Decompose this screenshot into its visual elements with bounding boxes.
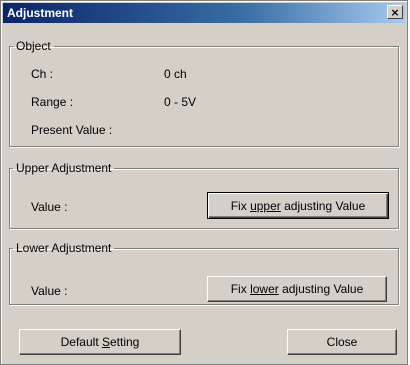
- object-group-legend: Object: [16, 39, 51, 53]
- present-value-label: Present Value :: [31, 123, 113, 137]
- fix-lower-button-label: Fix lower adjusting Value: [230, 282, 364, 296]
- adjustment-dialog: Adjustment × Object Ch : 0 ch Range : 0 …: [0, 0, 408, 365]
- close-icon: ×: [390, 5, 400, 19]
- fix-lower-adjusting-value-button[interactable]: Fix lower adjusting Value: [207, 276, 387, 302]
- lower-adjustment-legend: Lower Adjustment: [16, 241, 112, 255]
- fix-upper-button-label: Fix upper adjusting Value: [230, 198, 366, 213]
- range-value: 0 - 5V: [164, 95, 197, 109]
- ch-label: Ch :: [31, 67, 54, 81]
- close-window-button[interactable]: ×: [387, 5, 403, 19]
- default-setting-button-label: Default Setting: [60, 335, 140, 349]
- fix-upper-adjusting-value-button[interactable]: Fix upper adjusting Value: [207, 192, 389, 219]
- ch-value: 0 ch: [164, 67, 187, 81]
- window-title: Adjustment: [7, 6, 73, 20]
- range-label: Range :: [31, 95, 74, 109]
- lower-value-label: Value :: [31, 284, 68, 298]
- close-button[interactable]: Close: [287, 329, 397, 355]
- close-button-label: Close: [326, 335, 358, 349]
- upper-adjustment-legend: Upper Adjustment: [16, 161, 112, 175]
- default-setting-button[interactable]: Default Setting: [19, 329, 181, 355]
- upper-value-label: Value :: [31, 200, 68, 214]
- title-bar[interactable]: Adjustment ×: [3, 3, 405, 23]
